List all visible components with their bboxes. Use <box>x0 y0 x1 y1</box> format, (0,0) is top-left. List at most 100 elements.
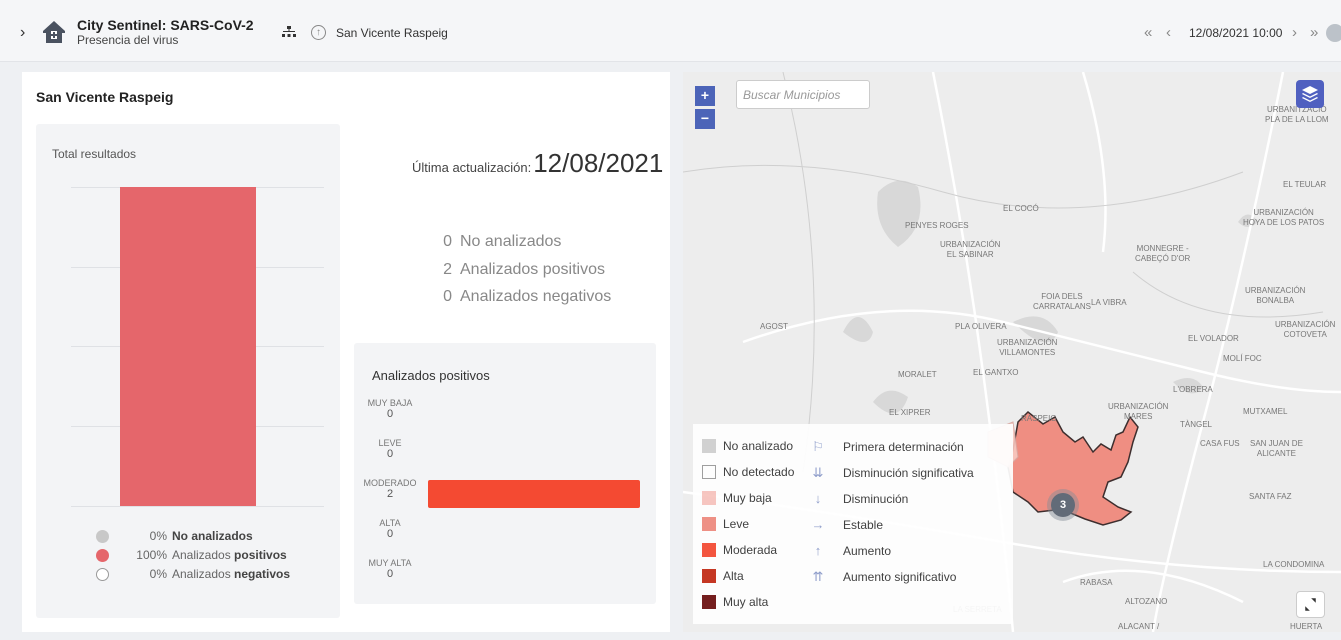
map-label: EL XIPRER <box>889 408 931 417</box>
double-down-arrow-icon: ⇊ <box>812 465 824 480</box>
legend-level-alta: Alta <box>702 569 744 583</box>
layers-icon <box>1302 86 1318 102</box>
legend-level-label: Leve <box>723 517 750 531</box>
cluster-marker[interactable]: 3 <box>1051 493 1075 517</box>
map-label: ALACANT / <box>1118 622 1160 631</box>
legend-trend-aum-sig: ⇈ Aumento significativo <box>810 569 957 585</box>
summary-label: No analizados <box>460 233 562 250</box>
previous-icon[interactable]: ‹ <box>1166 24 1171 41</box>
map-label: MOLÍ FOC <box>1223 354 1262 363</box>
positives-bar[interactable] <box>120 187 256 506</box>
breadcrumb-location[interactable]: San Vicente Raspeig <box>336 26 448 40</box>
map-label: URBANIZACIÓN BONALBA <box>1245 286 1306 305</box>
swatch <box>702 569 716 583</box>
legend-trend-dism: ↓ Disminución <box>810 491 909 506</box>
summary-label: Analizados negativos <box>460 288 612 305</box>
map-label: URBANIZACIÓN EL SABINAR <box>940 240 1001 259</box>
map-label: SANTA FAZ <box>1249 492 1292 501</box>
app-title: City Sentinel: SARS-CoV-2 <box>77 17 254 33</box>
legend-level-leve: Leve <box>702 517 749 531</box>
top-bar: › City Sentinel: SARS-CoV-2 Presencia de… <box>0 0 1341 62</box>
down-arrow-icon: ↓ <box>814 491 822 506</box>
last-update: Última actualización:12/08/2021 <box>412 148 663 179</box>
last-update-label: Última actualización: <box>412 160 532 175</box>
moderado-bar[interactable] <box>428 480 640 508</box>
map-label: LA VIBRA <box>1091 298 1127 307</box>
map-label: L'OBRERA <box>1173 385 1213 394</box>
legend-trend-label: Estable <box>843 517 884 532</box>
legend-level-moderada: Moderada <box>702 543 777 557</box>
map-label: PLA OLIVERA <box>955 322 1007 331</box>
map-label: MONNEGRE - CABEÇÓ D'OR <box>1135 244 1191 263</box>
current-datetime[interactable]: 12/08/2021 10:00 <box>1189 26 1282 40</box>
home-icon[interactable] <box>40 17 68 45</box>
legend-level-no-analizado: No analizado <box>702 439 793 453</box>
category-value: 0 <box>386 448 394 460</box>
legend-trend-label: Disminución significativa <box>843 466 974 480</box>
map-label: EL GANTXO <box>973 368 1019 377</box>
legend-label: negativos <box>234 567 291 581</box>
category-value: 0 <box>386 408 394 420</box>
category-muy-alta: MUY ALTA 0 <box>354 558 426 580</box>
legend-prefix: Analizados <box>172 567 235 581</box>
user-avatar-icon[interactable] <box>1326 24 1341 42</box>
map-label: SAN JUAN DE ALICANTE <box>1250 439 1303 458</box>
white-dot-icon <box>96 567 109 581</box>
grey-dot-icon <box>96 529 109 543</box>
map-label: AGOST <box>760 322 789 331</box>
category-moderado: MODERADO 2 <box>354 478 426 500</box>
legend-pct: 100% <box>136 548 167 562</box>
map-label: CASA FUS <box>1200 439 1240 448</box>
next-icon[interactable]: › <box>1292 24 1297 41</box>
map-label: ALTOZANO <box>1125 597 1168 606</box>
map-label: RASPEIG <box>1021 414 1057 423</box>
legend-pct: 0% <box>149 529 167 543</box>
legend-trend-label: Disminución <box>843 491 909 506</box>
app-subtitle: Presencia del virus <box>77 33 179 47</box>
legend-level-muy-baja: Muy baja <box>702 491 772 505</box>
layers-button[interactable] <box>1296 80 1324 108</box>
map-label: URBANIZACIÓN MARES <box>1108 402 1169 421</box>
fullscreen-button[interactable] <box>1296 591 1325 618</box>
legend-label: No analizados <box>172 529 253 543</box>
positives-card-title: Analizados positivos <box>372 368 490 383</box>
total-results-card: Total resultados 0% No analizados 100% A… <box>36 124 340 618</box>
legend-trend-estable: → Estable <box>810 517 884 532</box>
hierarchy-icon[interactable] <box>282 26 296 38</box>
legend-level-label: Muy baja <box>723 491 772 505</box>
first-page-icon[interactable]: « <box>1144 24 1152 41</box>
swatch <box>702 595 716 609</box>
last-update-date: 12/08/2021 <box>533 148 664 178</box>
legend-positives: 100% Analizados positivos <box>96 548 287 562</box>
double-up-arrow-icon: ⇈ <box>812 569 824 584</box>
category-value: 0 <box>386 528 394 540</box>
legend-level-label: Moderada <box>723 543 778 557</box>
total-results-title: Total resultados <box>52 147 137 161</box>
map-label: RABASA <box>1080 578 1113 587</box>
up-level-icon[interactable]: ↑ <box>311 25 326 40</box>
expand-chevron-icon[interactable]: › <box>20 24 25 42</box>
legend-prefix: Analizados <box>172 548 235 562</box>
map-label: TÀNGEL <box>1180 420 1213 429</box>
gridline <box>71 506 324 507</box>
category-value: 0 <box>386 568 394 580</box>
map-view[interactable]: URBANITZACIÓ PLA DE LA LLOM EL TEULAR URB… <box>683 72 1341 632</box>
positives-card: Analizados positivos MUY BAJA 0 LEVE 0 MOD… <box>354 343 656 604</box>
legend-not-analyzed: 0% No analizados <box>96 529 253 543</box>
map-label: MORALET <box>898 370 937 379</box>
last-page-icon[interactable]: » <box>1310 24 1318 41</box>
map-label: HUERTA <box>1290 622 1323 631</box>
stats-panel: San Vicente Raspeig Total resultados 0% … <box>22 72 670 632</box>
search-municipios-input[interactable]: Buscar Municipios <box>736 80 870 109</box>
zoom-out-button[interactable]: − <box>695 109 715 129</box>
swatch <box>702 517 716 531</box>
legend-level-label: Muy alta <box>723 595 769 609</box>
up-arrow-icon: ↑ <box>814 543 822 558</box>
zoom-in-button[interactable]: + <box>695 86 715 106</box>
map-label: PENYES ROGES <box>905 221 969 230</box>
summary-not-analyzed: 0 No analizados <box>432 233 561 251</box>
legend-trend-dism-sig: ⇊ Disminución significativa <box>810 465 974 481</box>
summary-count: 0 <box>443 288 452 305</box>
category-muy-baja: MUY BAJA 0 <box>354 398 426 420</box>
summary-count: 2 <box>443 261 452 278</box>
